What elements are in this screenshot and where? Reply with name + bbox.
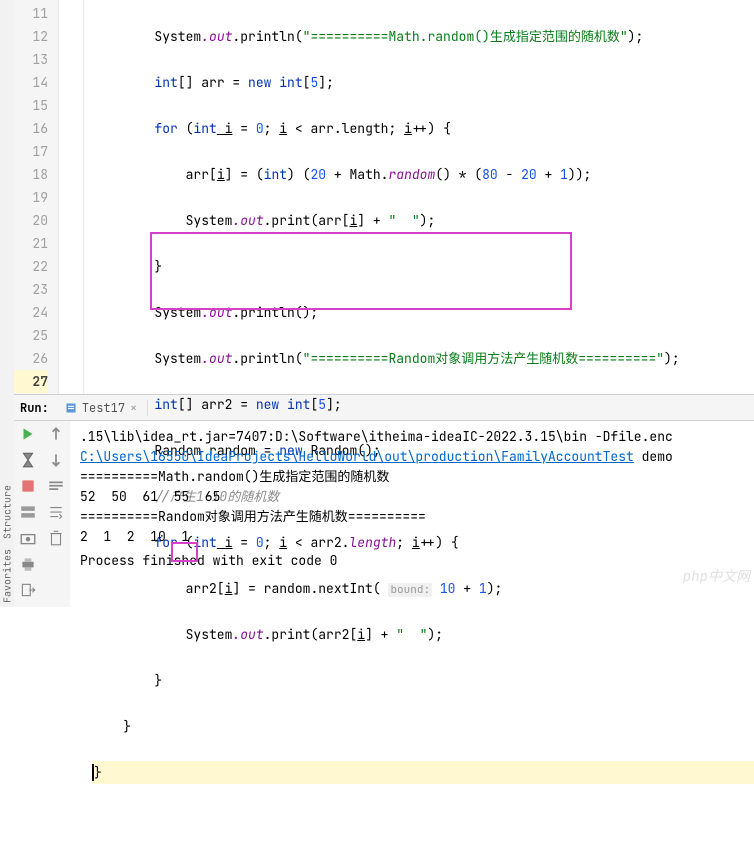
console-line: C:\Users\16550\IdeaProjects\HelloWorld\o…	[80, 447, 744, 467]
rerun-button[interactable]	[19, 425, 37, 443]
code-line: System.out.print(arr[i] + " ");	[92, 209, 754, 232]
code-line: }	[92, 761, 754, 784]
run-label: Run:	[20, 400, 49, 416]
code-line: }	[92, 715, 754, 738]
console-line: ==========Random对象调用方法产生随机数==========	[80, 507, 744, 527]
code-line: System.out.println();	[92, 301, 754, 324]
layout-button[interactable]	[19, 503, 37, 521]
watermark: php中文网	[683, 567, 750, 587]
code-line: arr[i] = (int) (20 + Math.random() * (80…	[92, 163, 754, 186]
application-icon	[65, 402, 77, 414]
structure-tool[interactable]: Structure	[1, 485, 14, 539]
stop-button[interactable]	[19, 477, 37, 495]
code-line: int[] arr2 = new int[5];	[92, 393, 754, 416]
fold-column[interactable]	[59, 0, 84, 394]
code-line: System.out.print(arr2[i] + " ");	[92, 623, 754, 646]
code-line: int[] arr = new int[5];	[92, 71, 754, 94]
console-line: ==========Math.random()生成指定范围的随机数	[80, 467, 744, 487]
run-toolbar-left	[14, 421, 42, 607]
wrap-button[interactable]	[47, 477, 65, 495]
scroll-button[interactable]	[47, 503, 65, 521]
console-line: 2 1 2 10 1	[80, 527, 744, 547]
code-line: System.out.println("==========Math.rando…	[92, 25, 754, 48]
camera-icon[interactable]	[19, 529, 37, 547]
clear-button[interactable]	[47, 529, 65, 547]
path-link[interactable]: C:\Users\16550\IdeaProjects\HelloWorld\o…	[80, 448, 634, 465]
run-toolbar-right	[42, 421, 70, 607]
print-icon[interactable]	[19, 555, 37, 573]
console-output[interactable]: .15\lib\idea_rt.jar=7407:D:\Software\ith…	[70, 421, 754, 607]
exit-icon[interactable]	[19, 581, 37, 599]
down-button[interactable]	[47, 451, 65, 469]
console-line: Process finished with exit code 0	[80, 551, 744, 571]
code-line: }	[92, 669, 754, 692]
favorites-tool[interactable]: Favorites	[1, 549, 14, 603]
code-line: }	[92, 255, 754, 278]
run-tool-window: Run: Test17 ×	[14, 395, 754, 607]
console-line: .15\lib\idea_rt.jar=7407:D:\Software\ith…	[80, 427, 744, 447]
left-tool-strip[interactable]: Favorites Structure	[0, 0, 14, 607]
code-line: for (int i = 0; i < arr.length; i++) {	[92, 117, 754, 140]
code-line: System.out.println("==========Random对象调用…	[92, 347, 754, 370]
code-editor[interactable]: 11 12 13 14 15 16 17 18 19 20 21 22 23 2…	[14, 0, 754, 395]
line-number-gutter: 11 12 13 14 15 16 17 18 19 20 21 22 23 2…	[14, 0, 59, 394]
up-button[interactable]	[47, 425, 65, 443]
code-text-area[interactable]: System.out.println("==========Math.rando…	[84, 0, 754, 394]
settings-button[interactable]	[19, 451, 37, 469]
console-line: 52 50 61 55 65	[80, 487, 744, 507]
